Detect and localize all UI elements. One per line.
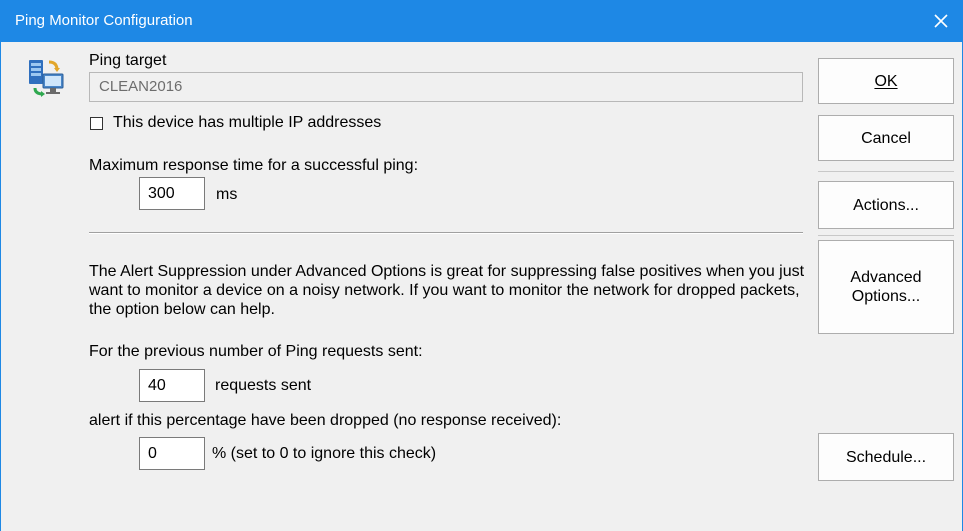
actions-button[interactable]: Actions... xyxy=(818,181,954,229)
section-divider xyxy=(89,232,803,234)
cancel-button[interactable]: Cancel xyxy=(818,115,954,161)
cancel-button-label: Cancel xyxy=(861,129,911,147)
close-icon xyxy=(934,14,948,28)
schedule-button-label: Schedule... xyxy=(845,448,927,466)
ping-target-label: Ping target xyxy=(89,52,167,69)
multiple-ip-row[interactable]: This device has multiple IP addresses xyxy=(90,114,381,132)
requests-unit: requests sent xyxy=(215,377,312,394)
advanced-options-button-label: Advanced Options... xyxy=(850,269,922,305)
multiple-ip-checkbox[interactable] xyxy=(90,116,103,130)
actions-button-label: Actions... xyxy=(853,196,919,214)
advanced-options-button[interactable]: Advanced Options... xyxy=(818,240,954,334)
dropped-unit: % (set to 0 to ignore this check) xyxy=(212,445,437,462)
dialog-window: Ping Monitor Configuration Ping target C… xyxy=(0,0,963,531)
requests-input[interactable]: 40 xyxy=(139,369,205,402)
ok-button[interactable]: OK xyxy=(818,58,954,104)
server-monitor-icon xyxy=(29,60,64,97)
response-time-label: Maximum response time for a successful p… xyxy=(89,157,419,174)
alert-suppression-description: The Alert Suppression under Advanced Opt… xyxy=(89,263,805,318)
title-bar: Ping Monitor Configuration xyxy=(1,0,963,42)
requests-label: For the previous number of Ping requests… xyxy=(89,343,423,360)
ok-button-label: OK xyxy=(874,72,898,90)
multiple-ip-label: This device has multiple IP addresses xyxy=(113,114,382,131)
button-divider xyxy=(818,171,954,172)
close-button[interactable] xyxy=(918,0,963,42)
dropped-percent-input[interactable]: 0 xyxy=(139,437,205,470)
button-divider-2 xyxy=(818,235,954,236)
ping-target-field[interactable]: CLEAN2016 xyxy=(89,72,803,102)
schedule-button[interactable]: Schedule... xyxy=(818,433,954,481)
response-time-unit: ms xyxy=(216,186,238,203)
window-title: Ping Monitor Configuration xyxy=(15,12,193,29)
response-time-input[interactable]: 300 xyxy=(139,177,205,210)
dropped-label: alert if this percentage have been dropp… xyxy=(89,412,562,429)
